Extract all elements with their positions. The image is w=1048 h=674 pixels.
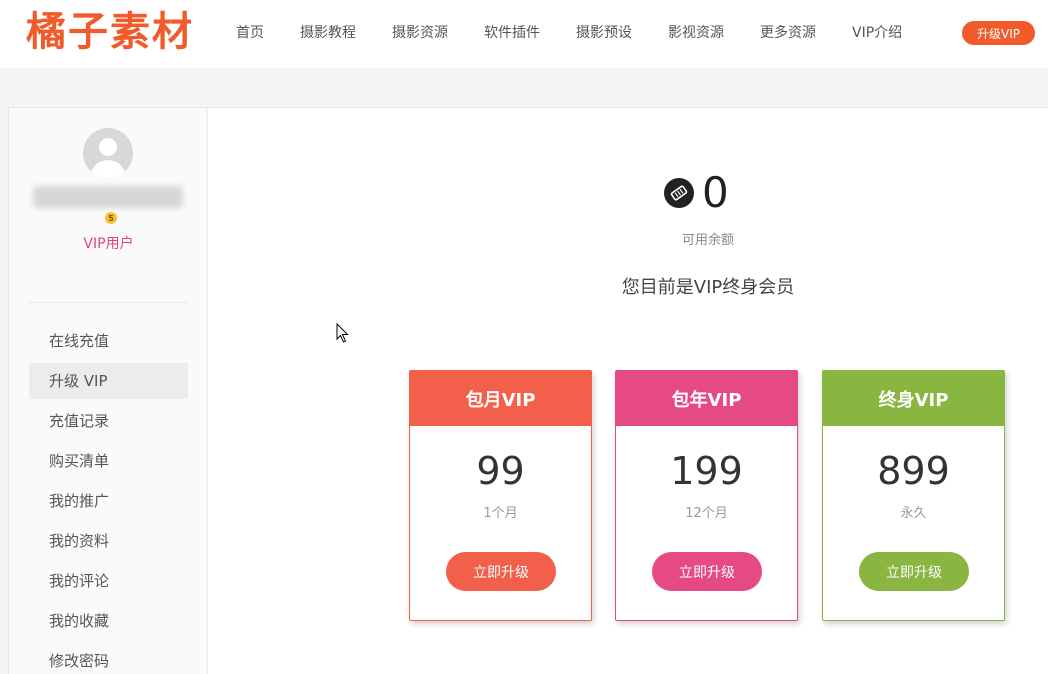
nav-item-photo-resources[interactable]: 摄影资源 (392, 22, 448, 42)
nav-item-software-plugins[interactable]: 软件插件 (484, 22, 540, 42)
main-nav: 首页 摄影教程 摄影资源 软件插件 摄影预设 影视资源 更多资源 VIP介绍 (218, 0, 920, 64)
plan-period: 永久 (900, 506, 927, 521)
menu-item-my-favorites[interactable]: 我的收藏 (29, 603, 188, 639)
menu-item-my-profile[interactable]: 我的资料 (29, 523, 188, 559)
plan-card-lifetime: 终身VIP 899 永久 立即升级 (822, 370, 1005, 621)
menu-item-purchase-list[interactable]: 购买清单 (29, 443, 188, 479)
plan-card-monthly: 包月VIP 99 1个月 立即升级 (409, 370, 592, 621)
avatar-body-shape (90, 160, 126, 178)
nav-item-photo-tutorials[interactable]: 摄影教程 (300, 22, 356, 42)
plan-price: 99 (476, 449, 525, 493)
avatar[interactable] (83, 128, 133, 178)
user-menu: 在线充值 升级 VIP 充值记录 购买清单 我的推广 我的资料 我的评论 我的收… (29, 323, 188, 674)
balance-label: 可用余额 (681, 233, 734, 248)
balance-display: 0 (664, 170, 729, 216)
menu-item-my-comments[interactable]: 我的评论 (29, 563, 188, 599)
menu-item-change-password[interactable]: 修改密码 (29, 643, 188, 674)
plan-title: 包月VIP (410, 371, 591, 426)
nav-item-more-resources[interactable]: 更多资源 (760, 22, 816, 42)
plan-card-yearly: 包年VIP 199 12个月 立即升级 (615, 370, 798, 621)
plan-price: 199 (670, 449, 743, 493)
plan-price: 899 (877, 449, 950, 493)
nav-item-video-resources[interactable]: 影视资源 (668, 22, 724, 42)
sidebar-divider (29, 302, 188, 303)
plan-title: 包年VIP (616, 371, 797, 426)
upgrade-monthly-button[interactable]: 立即升级 (446, 552, 556, 591)
coin-icon (664, 178, 694, 208)
nav-item-vip-intro[interactable]: VIP介绍 (852, 22, 902, 42)
site-logo[interactable]: 橘子素材 (26, 6, 194, 58)
plan-period: 12个月 (685, 506, 728, 521)
blurred-username (33, 186, 183, 208)
plan-title: 终身VIP (823, 371, 1004, 426)
mouse-cursor-icon (336, 323, 349, 343)
vip-level-badge-icon: 5 (105, 212, 117, 224)
membership-status-text: 您目前是VIP终身会员 (621, 277, 795, 298)
avatar-head-shape (99, 138, 117, 156)
nav-item-home[interactable]: 首页 (236, 22, 264, 42)
menu-item-recharge[interactable]: 在线充值 (29, 323, 188, 359)
top-navigation-bar: 橘子素材 首页 摄影教程 摄影资源 软件插件 摄影预设 影视资源 更多资源 VI… (0, 0, 1048, 68)
upgrade-yearly-button[interactable]: 立即升级 (652, 552, 762, 591)
balance-amount: 0 (702, 168, 729, 217)
upgrade-lifetime-button[interactable]: 立即升级 (859, 552, 969, 591)
menu-item-my-referrals[interactable]: 我的推广 (29, 483, 188, 519)
menu-item-upgrade-vip[interactable]: 升级 VIP (29, 363, 188, 399)
plan-period: 1个月 (483, 506, 518, 521)
upgrade-vip-button[interactable]: 升级VIP (962, 21, 1035, 45)
menu-item-recharge-history[interactable]: 充值记录 (29, 403, 188, 439)
user-sidebar: 5 VIP用户 在线充值 升级 VIP 充值记录 购买清单 我的推广 我的资料 … (9, 108, 208, 674)
user-level-label: VIP用户 (83, 236, 134, 252)
nav-item-photo-presets[interactable]: 摄影预设 (576, 22, 632, 42)
